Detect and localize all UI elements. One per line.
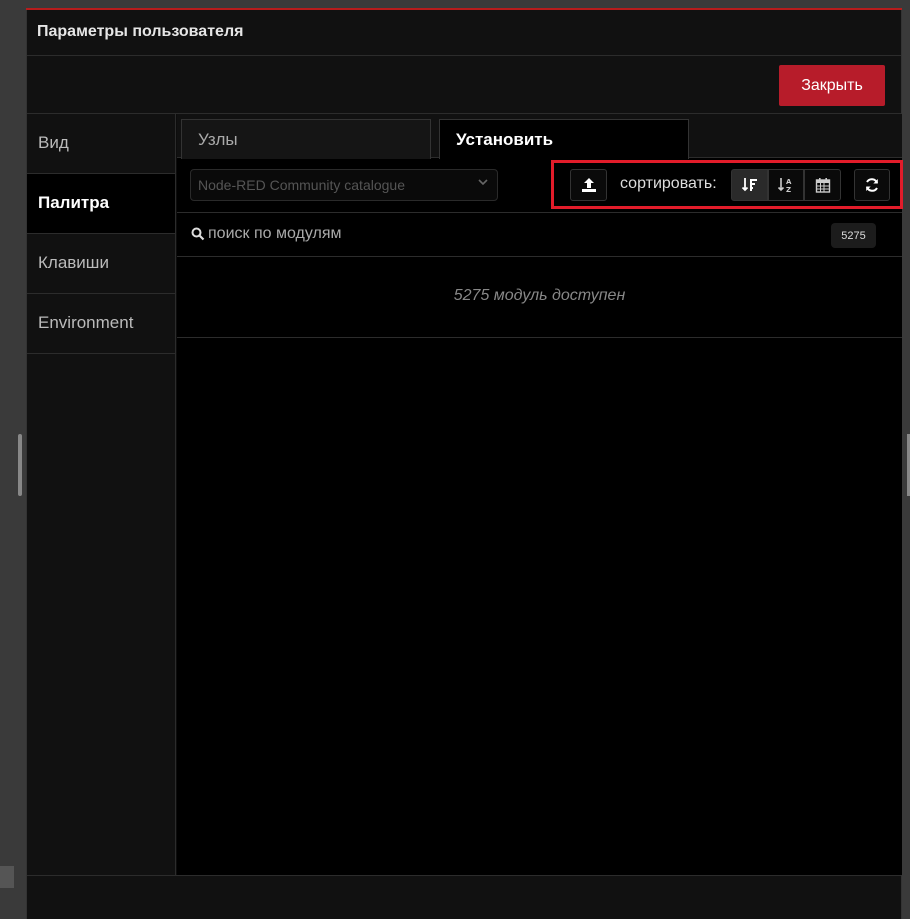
- install-toolbar: Node-RED Community catalogue сортировать…: [177, 158, 903, 213]
- svg-text:A: A: [786, 178, 792, 186]
- sort-alphabetical-button[interactable]: A Z: [768, 169, 804, 201]
- sidebar-item-environment[interactable]: Environment: [27, 294, 175, 354]
- left-resize-handle[interactable]: [18, 434, 22, 496]
- settings-sidebar: Вид Палитра Клавиши Environment: [27, 114, 176, 875]
- sort-label: сортировать:: [620, 175, 717, 192]
- refresh-icon: [866, 178, 878, 192]
- module-search-input[interactable]: [208, 225, 808, 243]
- tab-install[interactable]: Установить: [439, 119, 689, 159]
- sort-alpha-icon: A Z: [777, 178, 792, 194]
- sidebar-item-keyboard[interactable]: Клавиши: [27, 234, 175, 294]
- catalog-select[interactable]: Node-RED Community catalogue: [190, 169, 498, 201]
- calendar-icon: [815, 178, 830, 193]
- module-count-badge: 5275: [831, 223, 876, 248]
- catalog-select-value: Node-RED Community catalogue: [198, 177, 405, 193]
- tab-nodes[interactable]: Узлы: [181, 119, 431, 159]
- svg-text:Z: Z: [786, 186, 791, 194]
- background-canvas-chip: [0, 866, 14, 888]
- sidebar-item-palette[interactable]: Палитра: [27, 174, 175, 234]
- sort-relevance-button[interactable]: [731, 169, 768, 201]
- dialog-title: Параметры пользователя: [27, 10, 901, 56]
- module-search-row: 5275: [177, 213, 902, 257]
- user-settings-dialog: Параметры пользователя Закрыть Вид Палит…: [26, 10, 903, 919]
- sort-date-button[interactable]: [804, 169, 841, 201]
- close-button[interactable]: Закрыть: [779, 65, 885, 106]
- dialog-button-bar: Закрыть: [27, 56, 901, 114]
- palette-content: Узлы Установить Node-RED Community catal…: [177, 114, 903, 875]
- refresh-catalog-button[interactable]: [854, 169, 890, 201]
- background-canvas-left: [0, 0, 26, 919]
- top-edge: [0, 0, 910, 10]
- dialog-footer: [27, 875, 901, 919]
- search-icon: [191, 227, 205, 241]
- upload-icon: [581, 178, 596, 192]
- module-status-message: 5275 модуль доступен: [177, 257, 902, 338]
- upload-module-button[interactable]: [570, 169, 607, 201]
- palette-tabs: Узлы Установить: [177, 114, 902, 159]
- chevron-down-icon: [478, 179, 488, 186]
- sidebar-item-view[interactable]: Вид: [27, 114, 175, 174]
- sort-relevance-icon: [741, 178, 757, 192]
